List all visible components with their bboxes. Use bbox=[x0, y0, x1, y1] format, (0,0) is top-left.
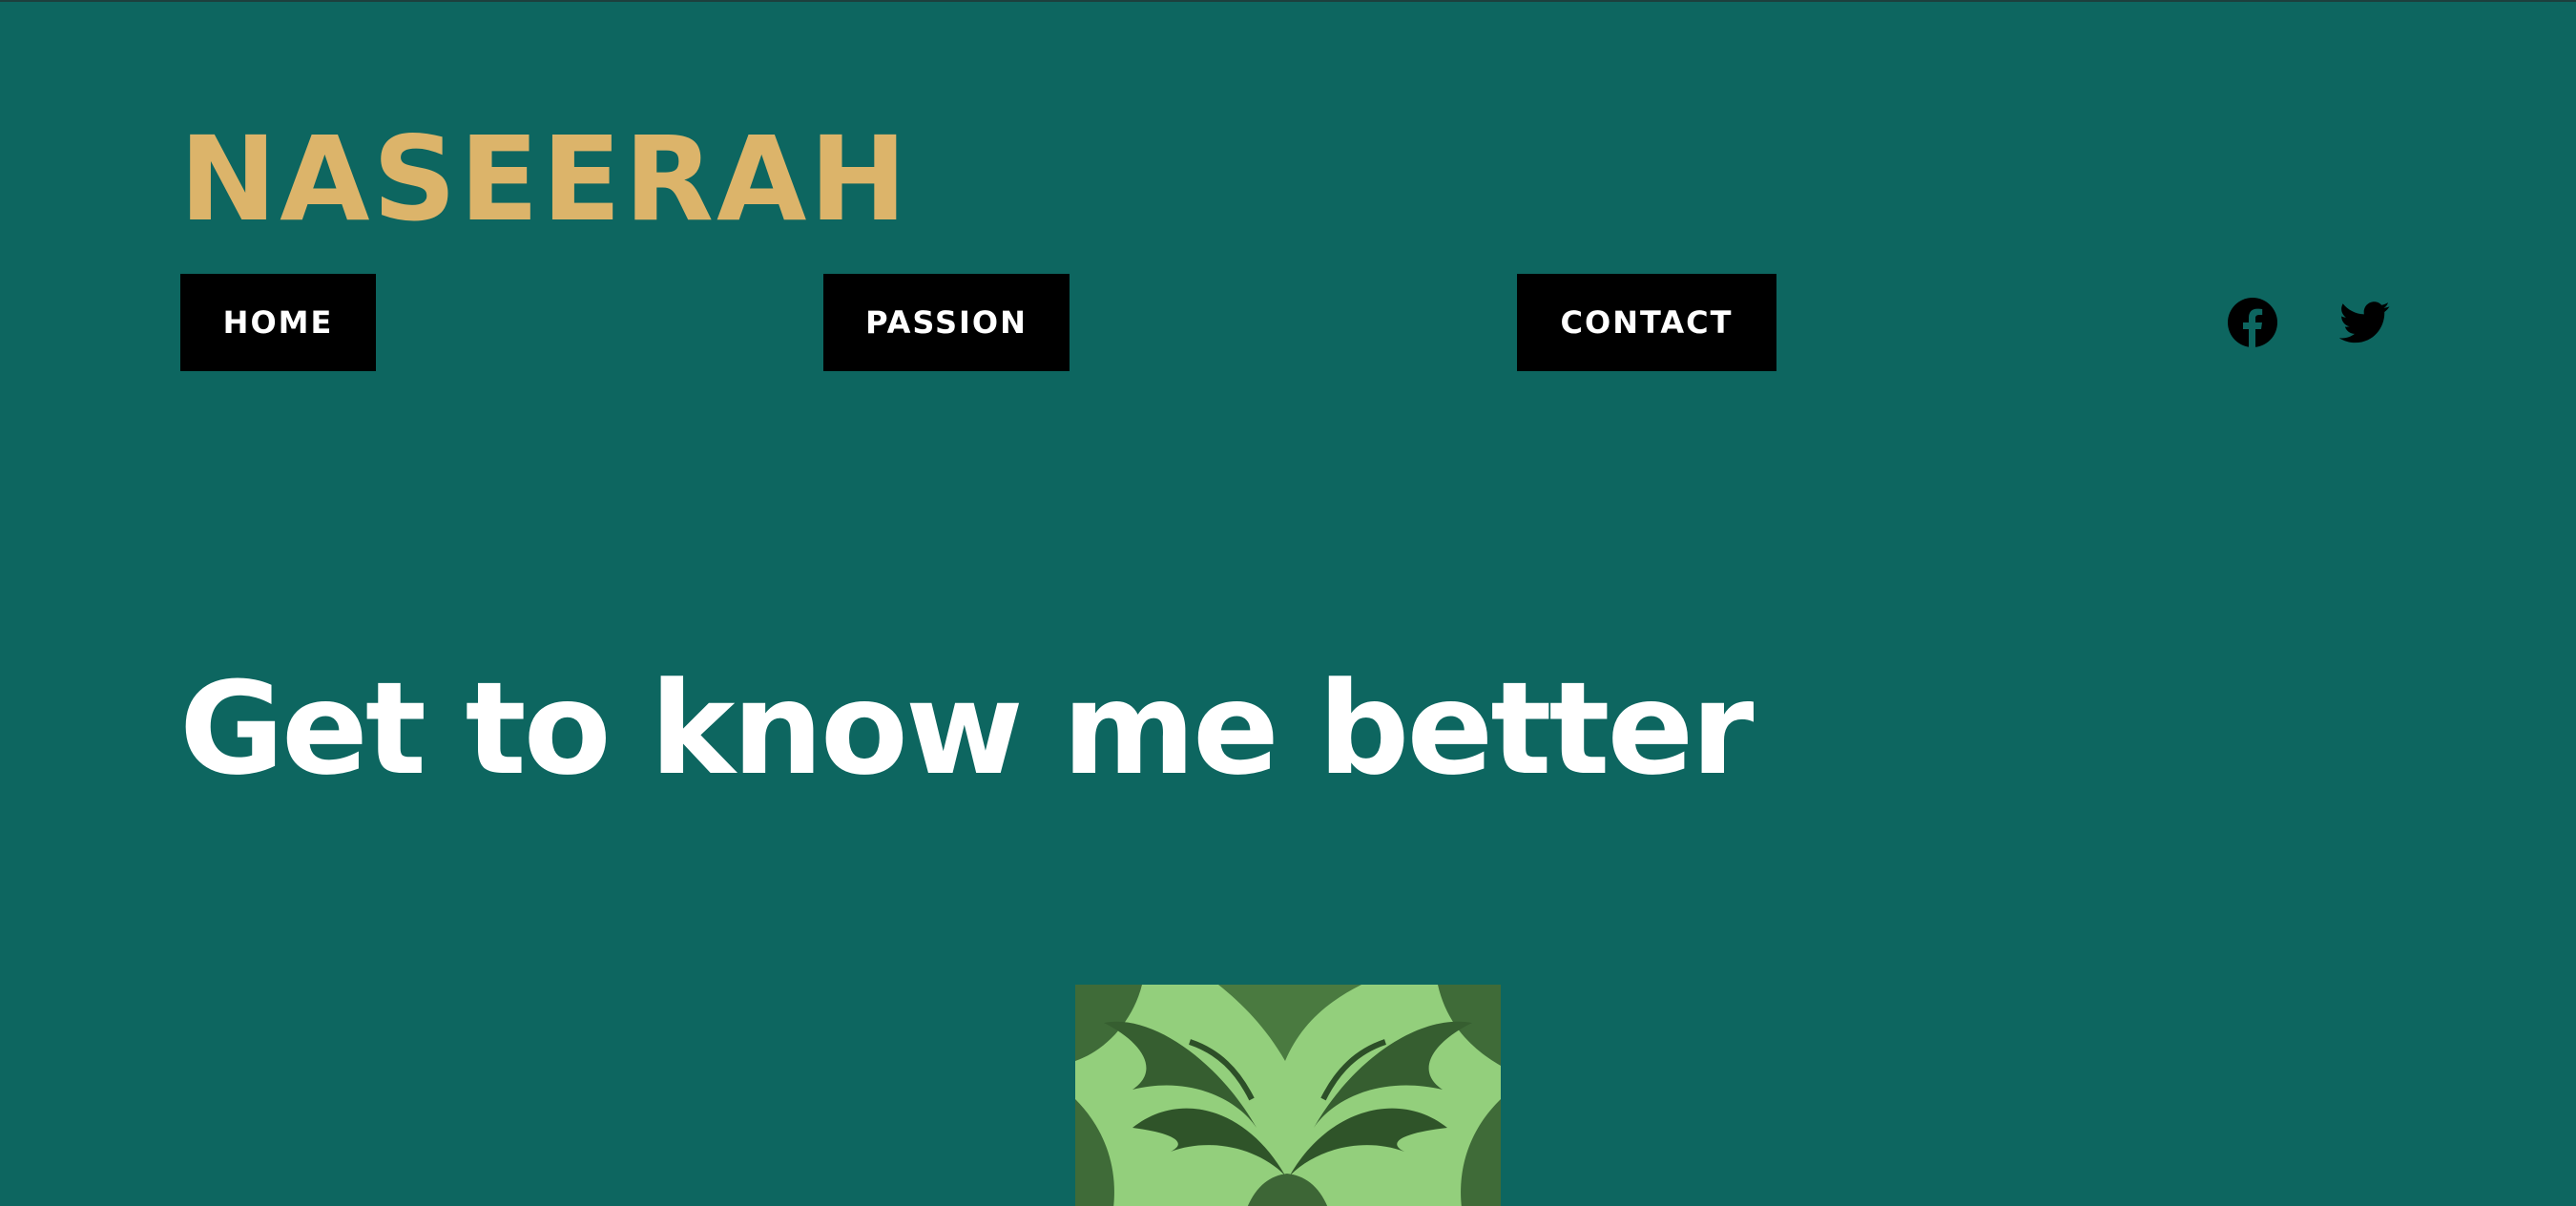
page: NASEERAH HOME PASSION CONTACT Get to kno… bbox=[0, 0, 2576, 1206]
hero-heading: Get to know me better bbox=[179, 655, 1754, 803]
facebook-icon-glyph bbox=[2228, 298, 2277, 347]
nav-home-button[interactable]: HOME bbox=[180, 274, 376, 371]
twitter-icon[interactable] bbox=[2337, 295, 2393, 350]
nav-contact-button[interactable]: CONTACT bbox=[1517, 274, 1776, 371]
latte-art-graphic bbox=[1075, 985, 1501, 1206]
hero-image-matcha-latte bbox=[1075, 985, 1501, 1206]
nav-passion-button[interactable]: PASSION bbox=[823, 274, 1070, 371]
site-title[interactable]: NASEERAH bbox=[179, 113, 910, 246]
facebook-icon[interactable] bbox=[2225, 295, 2280, 350]
twitter-icon-glyph bbox=[2339, 302, 2390, 343]
